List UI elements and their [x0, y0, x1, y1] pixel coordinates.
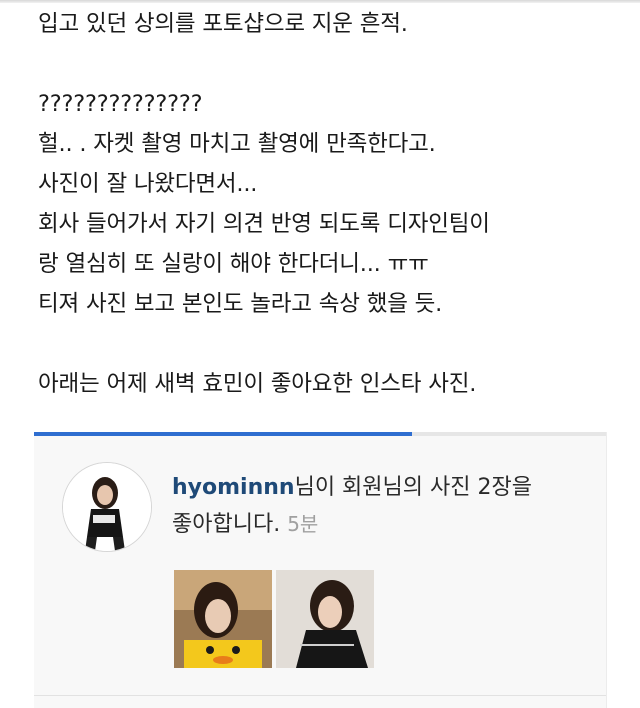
notification-time: 5분 — [287, 512, 319, 536]
loading-bar-track — [34, 432, 606, 436]
divider — [34, 695, 606, 696]
post-line: 티져 사진 보고 본인도 놀라고 속상 했을 듯. — [38, 291, 443, 317]
notification-message: 님이 회원님의 사진 2장을 — [294, 475, 532, 500]
post-line: 회사 들어가서 자기 의견 반영 되도록 디자인팀이 — [38, 211, 490, 237]
loading-bar-fill — [34, 432, 412, 436]
post-line: 사진이 잘 나왔다면서... — [38, 171, 258, 197]
post-line: ?????????????? — [38, 91, 203, 117]
notification-text: hyominnn님이 회원님의 사진 2장을 좋아합니다. 5분 — [172, 470, 606, 543]
photo-thumbnail-icon — [276, 570, 374, 668]
post-line: 랑 열심히 또 실랑이 해야 한다더니... ㅠㅠ — [38, 251, 429, 277]
notification-message-continued: 좋아합니다. — [172, 512, 281, 537]
liked-photo-thumbnail[interactable] — [174, 570, 272, 668]
post-line: 입고 있던 상의를 포토샵으로 지운 흔적. — [38, 11, 408, 37]
avatar[interactable] — [62, 462, 152, 552]
top-edge — [0, 0, 640, 3]
post-text: 입고 있던 상의를 포토샵으로 지운 흔적. ?????????????? 헐.… — [38, 4, 628, 404]
notification-screenshot: hyominnn님이 회원님의 사진 2장을 좋아합니다. 5분 — [34, 432, 607, 708]
liked-photo-thumbnail[interactable] — [276, 570, 374, 668]
avatar-photo-icon — [63, 463, 151, 551]
photo-thumbnail-icon — [174, 570, 272, 668]
post-line: 헐.. . 자켓 촬영 마치고 촬영에 만족한다고. — [38, 131, 436, 157]
post-line: 아래는 어제 새벽 효민이 좋아요한 인스타 사진. — [38, 371, 477, 397]
notification-username[interactable]: hyominnn — [172, 475, 295, 500]
